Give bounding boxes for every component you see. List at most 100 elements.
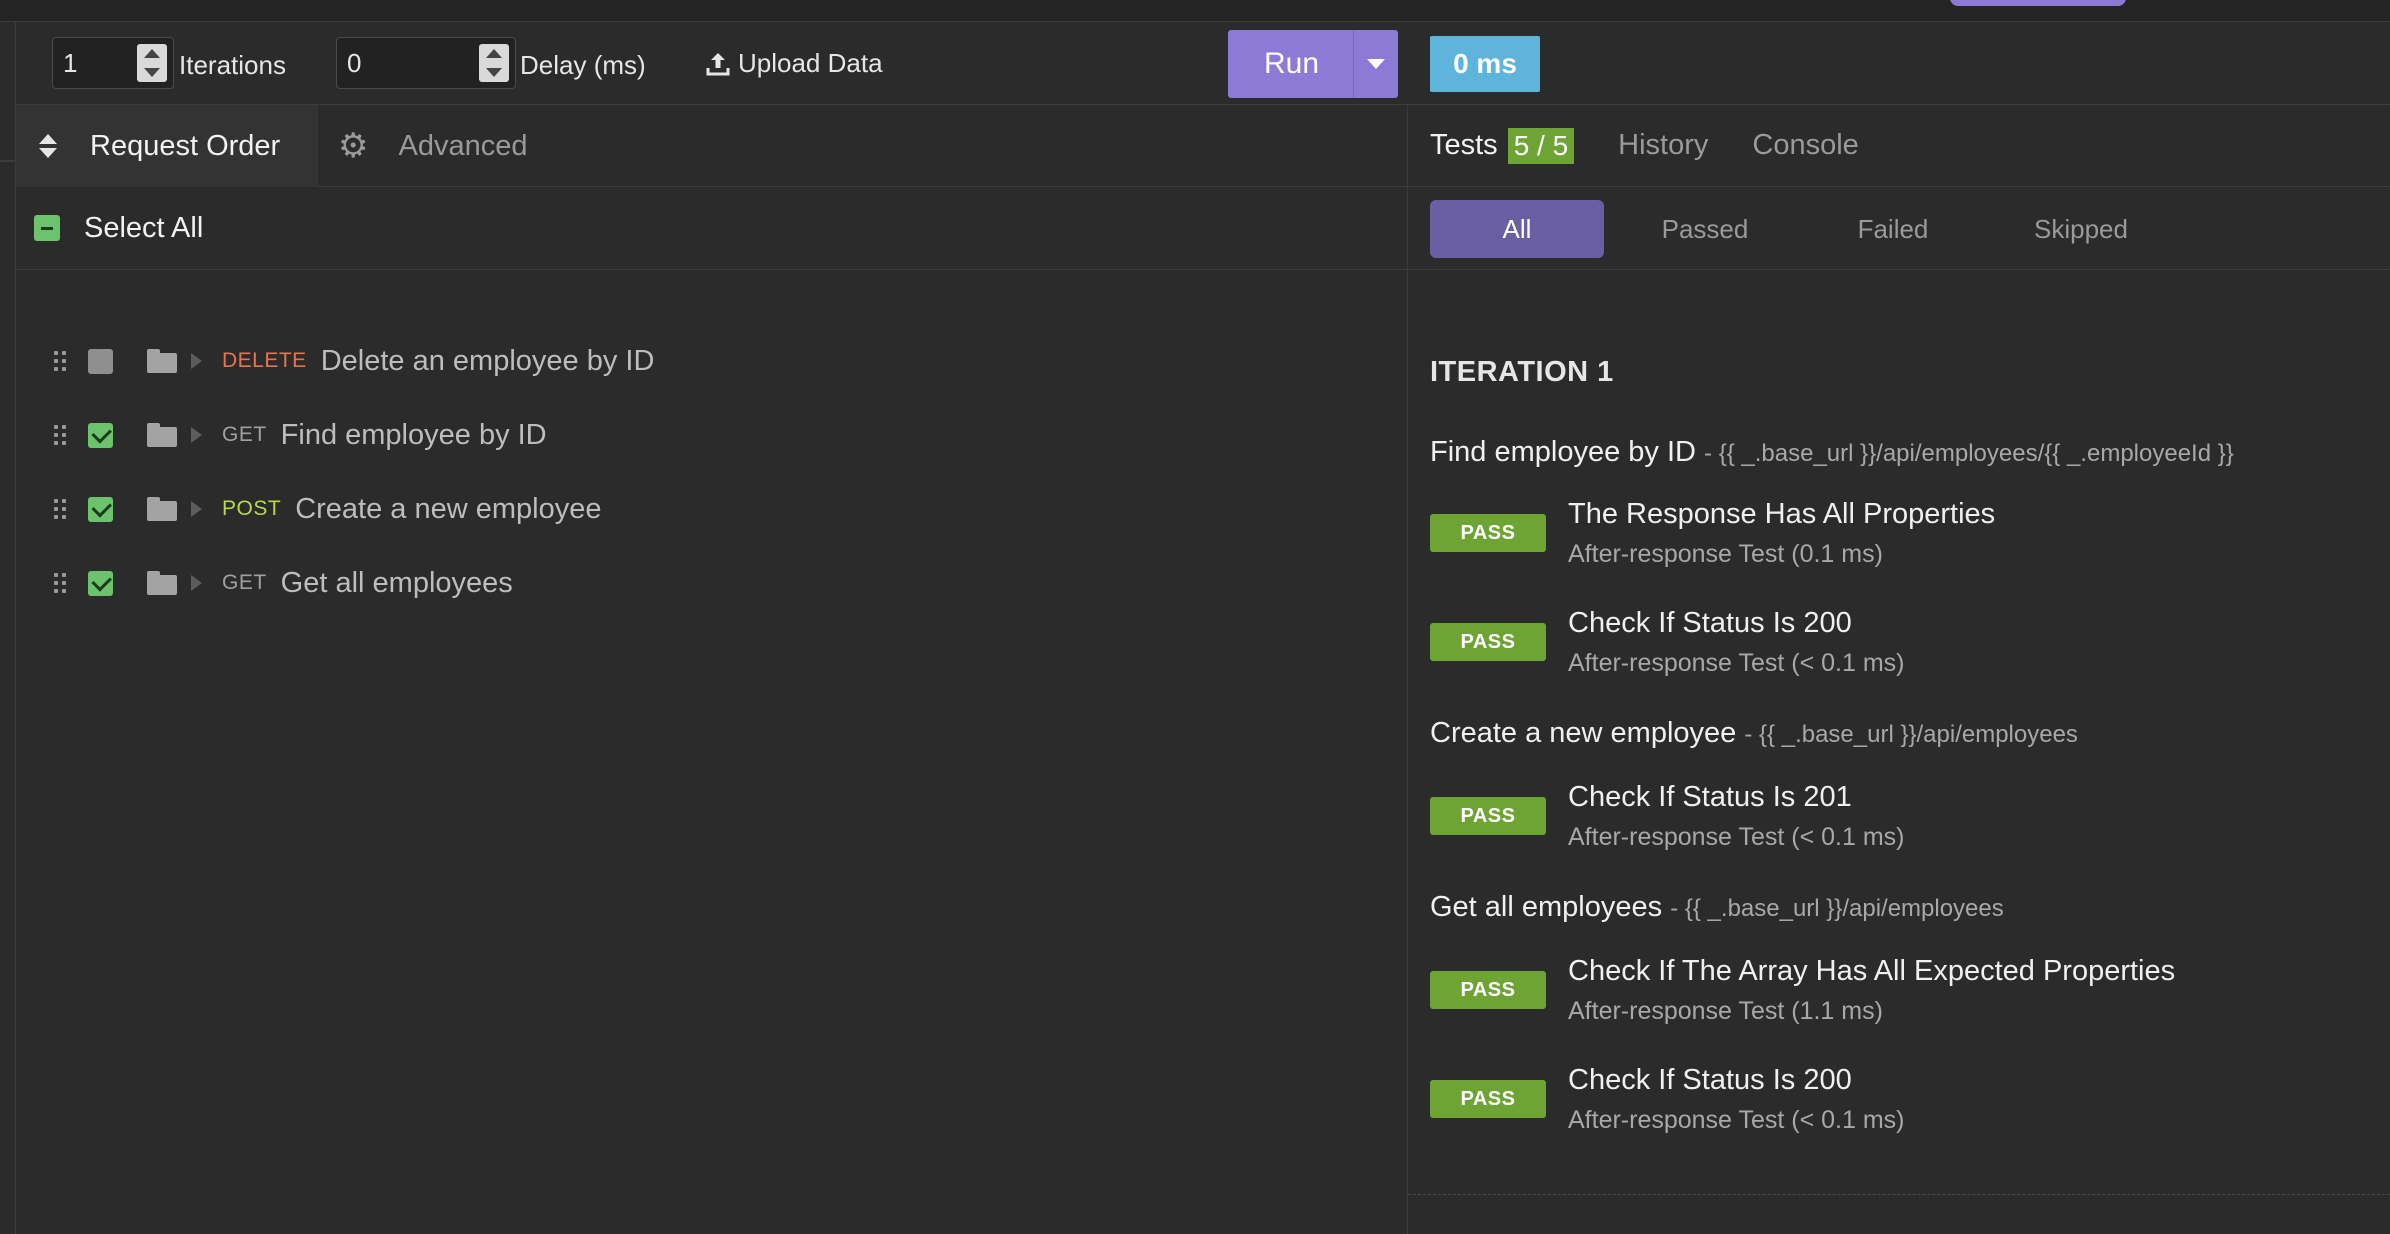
tab-request-order[interactable]: Request Order <box>16 105 318 187</box>
request-group-header: Create a new employee - {{ _.base_url }}… <box>1430 717 2078 750</box>
request-name: Get all employees <box>280 566 513 599</box>
test-name: Check If The Array Has All Expected Prop… <box>1568 955 2176 987</box>
folder-icon <box>147 497 177 521</box>
config-tabs: Request Order ⚙ Advanced <box>16 105 1408 187</box>
request-row[interactable]: POST Create a new employee <box>16 472 1408 546</box>
expand-arrow-icon[interactable] <box>191 501 202 517</box>
group-url: - {{ _.base_url }}/api/employees <box>1670 895 2004 922</box>
group-url: - {{ _.base_url }}/api/employees <box>1744 721 2078 748</box>
gutter-tick <box>0 160 16 162</box>
request-checkbox[interactable] <box>88 496 113 522</box>
chevron-down-icon <box>1367 59 1385 69</box>
runner-config-pane: 1 Iterations 0 Delay (ms) Upload Data Ru… <box>16 22 1408 1234</box>
expand-arrow-icon[interactable] <box>191 575 202 591</box>
request-name: Find employee by ID <box>280 418 547 451</box>
results-toolbar: 0 ms <box>1408 22 2390 105</box>
expand-arrow-icon[interactable] <box>191 427 202 443</box>
test-detail: After-response Test (< 0.1 ms) <box>1568 649 1905 677</box>
top-strip <box>0 0 2390 22</box>
group-name: Create a new employee <box>1430 717 1737 749</box>
delay-input[interactable]: 0 <box>336 37 516 89</box>
request-method: GET <box>222 571 267 594</box>
request-method: POST <box>222 497 282 520</box>
request-method: GET <box>222 423 267 446</box>
request-list: DELETE Delete an employee by ID GET Find… <box>16 324 1408 620</box>
test-detail: After-response Test (< 0.1 ms) <box>1568 1106 1905 1134</box>
results-end-divider <box>1408 1194 2390 1195</box>
run-label: Run <box>1264 47 1320 80</box>
gear-icon: ⚙ <box>338 127 369 165</box>
test-result: PASS Check If Status Is 201 After-respon… <box>1430 781 2380 863</box>
request-checkbox[interactable] <box>88 422 113 448</box>
filter-all-button[interactable]: All <box>1430 200 1604 258</box>
tests-count-badge: 5 / 5 <box>1507 127 1575 164</box>
test-result: PASS The Response Has All Properties Aft… <box>1430 498 2380 580</box>
filter-failed-button[interactable]: Failed <box>1806 200 1980 258</box>
delay-label: Delay (ms) <box>520 50 646 80</box>
folder-icon <box>147 423 177 447</box>
group-url: - {{ _.base_url }}/api/employees/{{ _.em… <box>1704 440 2234 467</box>
test-detail: After-response Test (0.1 ms) <box>1568 540 1883 568</box>
pass-badge: PASS <box>1430 971 1546 1009</box>
upload-data-label: Upload Data <box>738 48 883 78</box>
sort-icon <box>36 134 60 158</box>
upload-data-button[interactable]: Upload Data <box>706 48 883 79</box>
runner-toolbar: 1 Iterations 0 Delay (ms) Upload Data Ru… <box>16 22 1408 105</box>
test-name: The Response Has All Properties <box>1568 498 1996 530</box>
pass-badge: PASS <box>1430 797 1546 835</box>
tab-advanced-label: Advanced <box>398 129 528 162</box>
request-method: DELETE <box>222 349 307 372</box>
filter-passed-button[interactable]: Passed <box>1618 200 1792 258</box>
iteration-title: ITERATION 1 <box>1430 356 1614 388</box>
request-name: Delete an employee by ID <box>320 344 655 377</box>
delay-stepper[interactable] <box>479 44 509 82</box>
drag-handle-icon[interactable] <box>54 425 66 445</box>
tab-advanced[interactable]: ⚙ Advanced <box>318 105 527 187</box>
upload-icon <box>706 52 730 75</box>
test-name: Check If Status Is 201 <box>1568 781 1852 813</box>
drag-handle-icon[interactable] <box>54 351 66 371</box>
pass-badge: PASS <box>1430 1080 1546 1118</box>
request-row[interactable]: GET Find employee by ID <box>16 398 1408 472</box>
request-checkbox[interactable] <box>88 348 113 374</box>
select-all-label: Select All <box>84 211 204 244</box>
expand-arrow-icon[interactable] <box>191 353 202 369</box>
drag-handle-icon[interactable] <box>54 499 66 519</box>
iterations-label: Iterations <box>179 50 286 80</box>
iterations-value: 1 <box>63 48 78 78</box>
results-tabs: Tests 5 / 5 History Console <box>1408 105 2390 187</box>
request-group-header: Get all employees - {{ _.base_url }}/api… <box>1430 891 2004 924</box>
test-name: Check If Status Is 200 <box>1568 1064 1852 1096</box>
run-button[interactable]: Run <box>1228 30 1398 98</box>
select-all-checkbox[interactable] <box>34 215 60 241</box>
run-options-dropdown[interactable] <box>1354 59 1398 69</box>
request-row[interactable]: DELETE Delete an employee by ID <box>16 324 1408 398</box>
folder-icon <box>147 571 177 595</box>
test-filter-bar: All Passed Failed Skipped <box>1408 187 2390 270</box>
group-name: Find employee by ID <box>1430 436 1696 468</box>
response-time-badge: 0 ms <box>1430 36 1540 92</box>
request-checkbox[interactable] <box>88 570 113 596</box>
iterations-stepper[interactable] <box>137 44 167 82</box>
drag-handle-icon[interactable] <box>54 573 66 593</box>
test-name: Check If Status Is 200 <box>1568 607 1852 639</box>
filter-skipped-button[interactable]: Skipped <box>1994 200 2168 258</box>
left-gutter <box>0 22 16 1234</box>
request-row[interactable]: GET Get all employees <box>16 546 1408 620</box>
test-detail: After-response Test (< 0.1 ms) <box>1568 823 1905 851</box>
tab-tests[interactable]: Tests 5 / 5 <box>1430 127 1575 164</box>
results-pane: 0 ms Tests 5 / 5 History Console All Pas… <box>1408 22 2390 1234</box>
pass-badge: PASS <box>1430 623 1546 661</box>
iterations-input[interactable]: 1 <box>52 37 174 89</box>
tab-history[interactable]: History <box>1618 129 1708 162</box>
folder-icon <box>147 349 177 373</box>
test-result: PASS Check If Status Is 200 After-respon… <box>1430 607 2380 689</box>
tab-request-order-label: Request Order <box>90 129 281 162</box>
delay-value: 0 <box>347 48 362 78</box>
tab-console[interactable]: Console <box>1752 129 1858 162</box>
select-all-row[interactable]: Select All <box>16 187 1408 270</box>
test-detail: After-response Test (1.1 ms) <box>1568 997 1883 1025</box>
request-name: Create a new employee <box>295 492 602 525</box>
top-accent-tab[interactable] <box>1950 0 2126 6</box>
test-result: PASS Check If Status Is 200 After-respon… <box>1430 1064 2380 1146</box>
